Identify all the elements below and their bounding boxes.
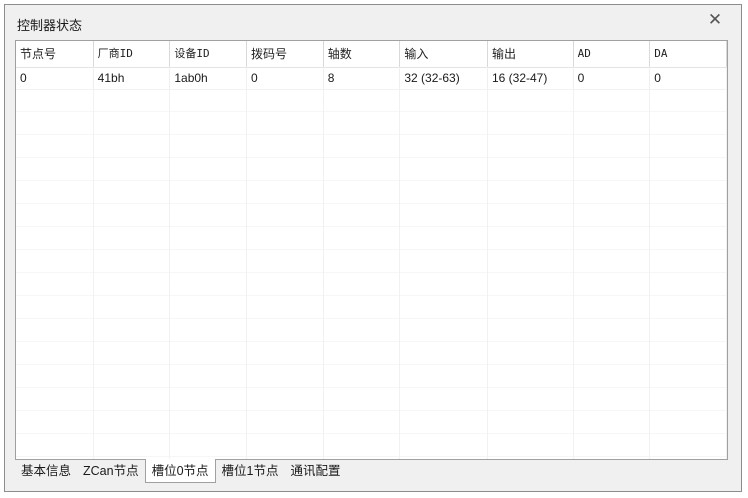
cell-axis-count: 8 — [324, 67, 401, 89]
column-header-node-number[interactable]: 节点号 — [16, 41, 94, 67]
title-bar: 控制器状态 ✕ — [5, 5, 741, 35]
cell-dip-switch: 0 — [247, 67, 324, 89]
column-header-axis-count[interactable]: 轴数 — [324, 41, 401, 67]
table-row[interactable]: 0 41bh 1ab0h 0 8 32 (32-63) 16 (32-47) 0… — [16, 67, 727, 90]
cell-vendor-id: 41bh — [94, 67, 171, 89]
tab-slot0-nodes[interactable]: 槽位0节点 — [144, 459, 216, 483]
table-body: 0 41bh 1ab0h 0 8 32 (32-63) 16 (32-47) 0… — [16, 67, 727, 90]
node-list-view[interactable]: 节点号 厂商ID 设备ID 拨码号 轴数 输入 输出 AD DA 0 41bh … — [15, 40, 728, 460]
cell-device-id: 1ab0h — [170, 67, 248, 89]
column-header-vendor-id[interactable]: 厂商ID — [94, 41, 171, 67]
tab-zcan-nodes[interactable]: ZCan节点 — [77, 460, 145, 483]
cell-inputs: 32 (32-63) — [400, 67, 488, 89]
table-header: 节点号 厂商ID 设备ID 拨码号 轴数 输入 输出 AD DA — [16, 41, 727, 68]
cell-ad: 0 — [574, 67, 651, 89]
column-header-da[interactable]: DA — [650, 41, 727, 67]
column-header-outputs[interactable]: 输出 — [488, 41, 574, 67]
tab-slot1-nodes[interactable]: 槽位1节点 — [216, 460, 285, 483]
column-header-ad[interactable]: AD — [574, 41, 651, 67]
tab-comm-config[interactable]: 通讯配置 — [285, 460, 347, 483]
column-header-inputs[interactable]: 输入 — [400, 41, 488, 67]
close-icon[interactable]: ✕ — [703, 9, 727, 31]
tab-strip: 基本信息 ZCan节点 槽位0节点 槽位1节点 通讯配置 — [15, 459, 347, 484]
tab-basic-info[interactable]: 基本信息 — [15, 460, 77, 483]
column-header-dip-switch[interactable]: 拨码号 — [247, 41, 324, 67]
cell-da: 0 — [650, 67, 727, 89]
window-title: 控制器状态 — [17, 18, 83, 33]
column-header-device-id[interactable]: 设备ID — [170, 41, 248, 67]
grid-columns — [16, 89, 727, 459]
controller-status-window: 控制器状态 ✕ 节点号 厂商ID 设备ID 拨码号 轴数 输入 输出 AD DA — [4, 4, 742, 492]
cell-node-number: 0 — [16, 67, 94, 89]
cell-outputs: 16 (32-47) — [488, 67, 574, 89]
